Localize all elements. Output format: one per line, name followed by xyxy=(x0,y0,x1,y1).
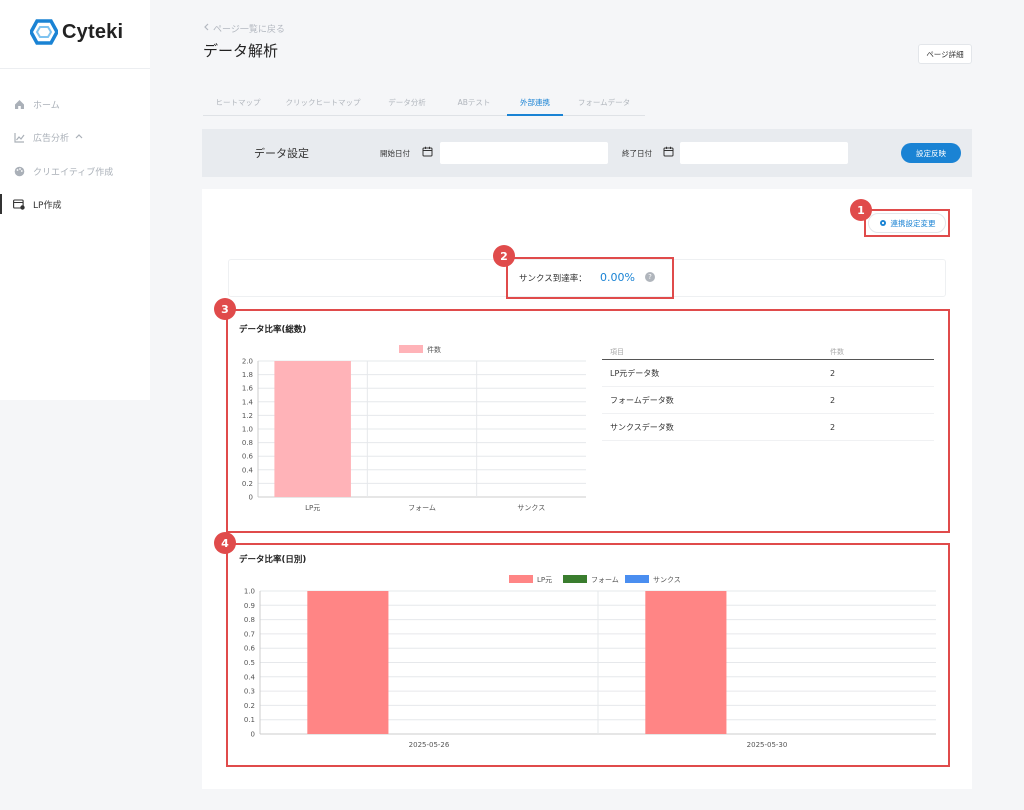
tab-data-analysis[interactable]: データ分析 xyxy=(373,90,441,115)
annotation-badge-3: 3 xyxy=(214,298,236,320)
back-to-pages-link[interactable]: ページ一覧に戻る xyxy=(203,22,285,35)
hexagon-logo-icon xyxy=(30,19,58,45)
end-date-input[interactable] xyxy=(680,142,848,164)
chevron-left-icon xyxy=(203,23,209,34)
annotation-box-4 xyxy=(226,543,950,767)
brand-logo[interactable]: Cyteki xyxy=(30,18,123,46)
sidebar-item-label: LP作成 xyxy=(33,200,62,211)
sidebar-item-label: ホーム xyxy=(33,100,60,111)
palette-icon xyxy=(13,165,25,177)
chart-line-icon xyxy=(13,131,25,143)
calendar-icon[interactable] xyxy=(663,146,674,157)
calendar-icon[interactable] xyxy=(422,146,433,157)
sidebar-item-label: 広告分析 xyxy=(33,133,70,144)
sidebar-item-label: クリエイティブ作成 xyxy=(33,167,114,178)
brand-name: Cyteki xyxy=(62,20,124,43)
lp-page-icon xyxy=(13,198,25,210)
apply-settings-button[interactable]: 設定反映 xyxy=(901,143,961,163)
sidebar-item-ad-analysis[interactable]: 広告分析 xyxy=(0,125,150,149)
sidebar: Cyteki ホーム 広告分析 クリエイティブ作成 LP作成 xyxy=(0,0,150,400)
tab-heatmap[interactable]: ヒートマップ xyxy=(203,90,273,115)
sidebar-item-lp[interactable]: LP作成 xyxy=(0,192,150,216)
tab-click-heatmap[interactable]: クリックヒートマップ xyxy=(273,90,373,115)
sidebar-divider xyxy=(0,68,150,69)
end-date-label: 終了日付 xyxy=(622,149,652,158)
page-title: データ解析 xyxy=(203,42,279,60)
data-settings-bar: データ設定 開始日付 終了日付 設定反映 xyxy=(202,129,972,177)
annotation-box-3 xyxy=(226,309,950,533)
tab-external-link[interactable]: 外部連携 xyxy=(507,90,563,116)
chevron-up-icon xyxy=(75,132,83,142)
settings-title: データ設定 xyxy=(254,147,309,160)
tab-ab-test[interactable]: ABテスト xyxy=(441,90,507,115)
analysis-tabs: ヒートマップ クリックヒートマップ データ分析 ABテスト 外部連携 フォームデ… xyxy=(203,90,645,116)
page-detail-button[interactable]: ページ詳細 xyxy=(918,44,972,64)
annotation-badge-2: 2 xyxy=(493,245,515,267)
home-icon xyxy=(13,98,25,110)
back-link-label: ページ一覧に戻る xyxy=(213,25,285,35)
tab-form-data[interactable]: フォームデータ xyxy=(563,90,645,115)
start-date-label: 開始日付 xyxy=(380,149,410,158)
sidebar-item-home[interactable]: ホーム xyxy=(0,92,150,116)
sidebar-item-creative[interactable]: クリエイティブ作成 xyxy=(0,159,150,183)
annotation-box-1 xyxy=(864,209,950,237)
annotation-badge-1: 1 xyxy=(850,199,872,221)
annotation-box-2 xyxy=(506,257,674,299)
start-date-input[interactable] xyxy=(440,142,608,164)
annotation-badge-4: 4 xyxy=(214,532,236,554)
